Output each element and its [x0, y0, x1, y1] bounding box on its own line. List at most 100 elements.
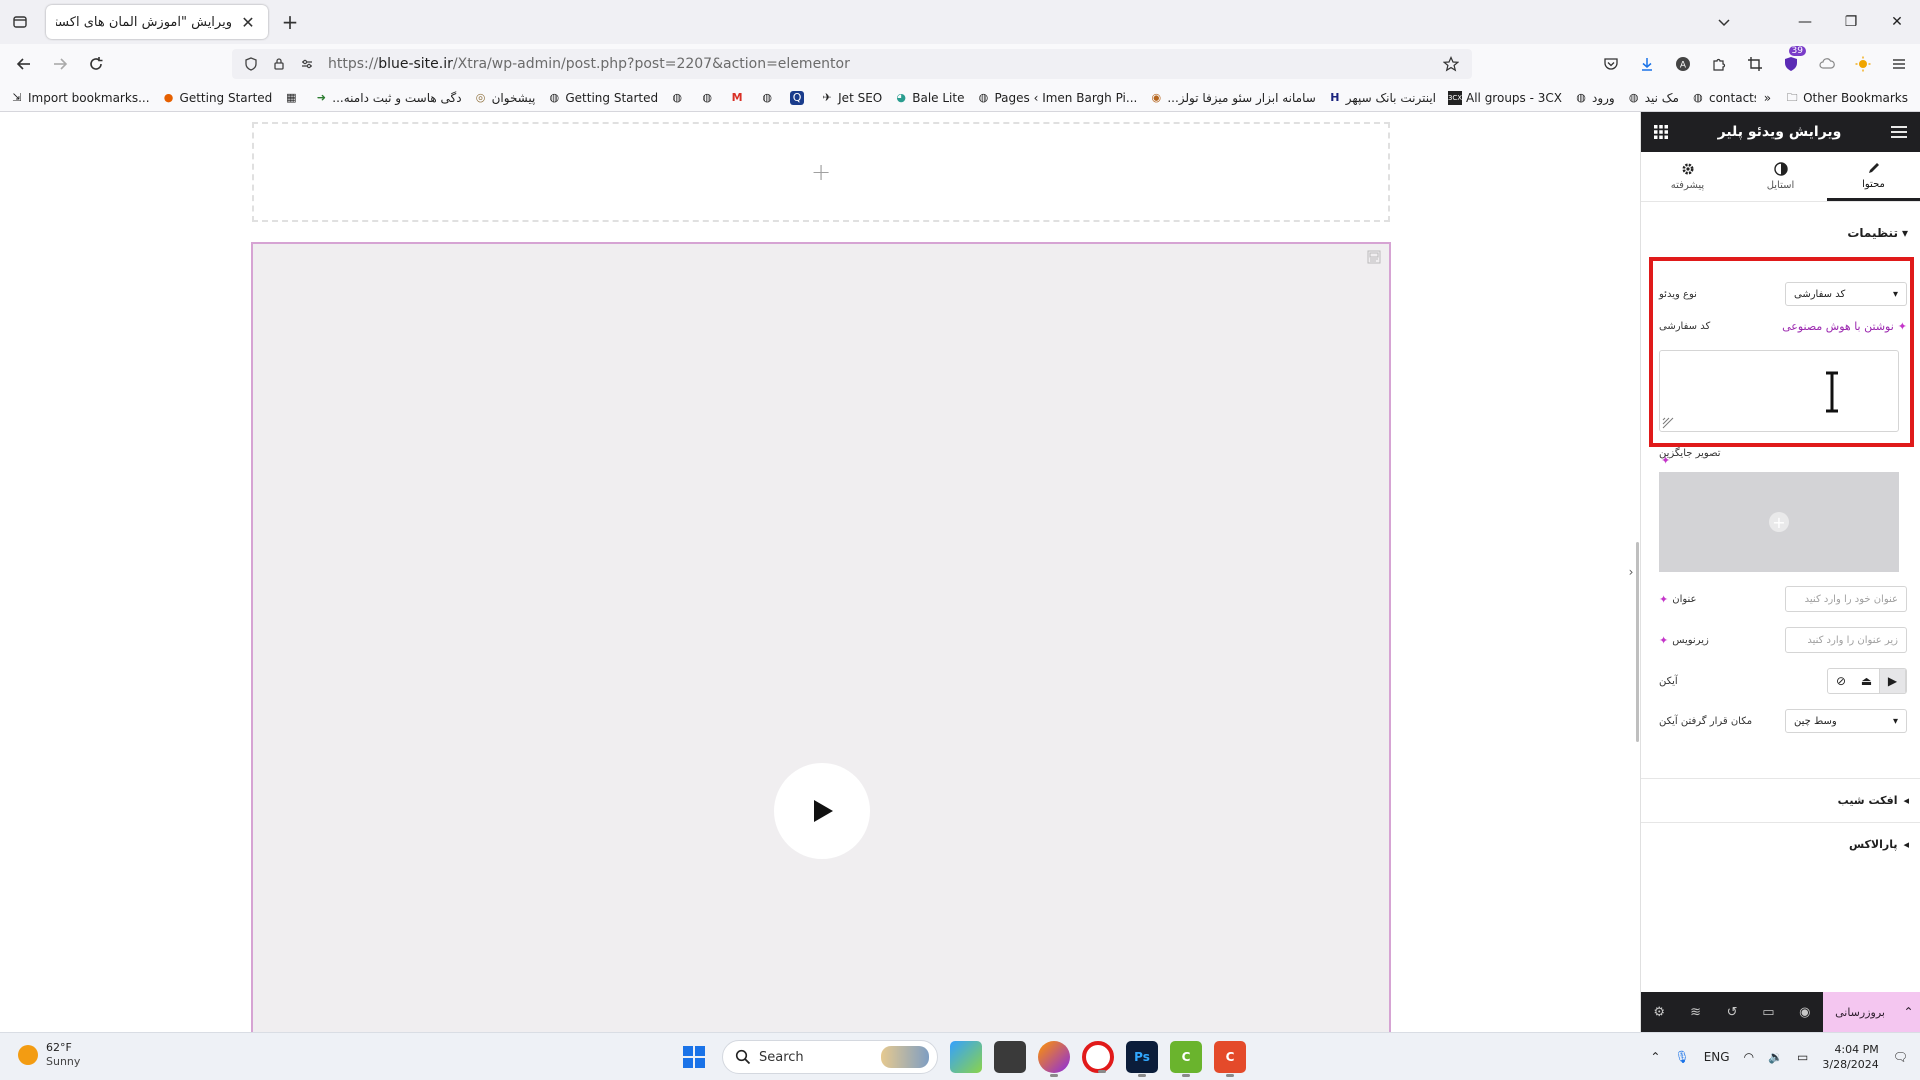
bookmark-item[interactable]: ◍ مک نید [1627, 91, 1679, 105]
ai-image-sparkle-icon[interactable]: ✦ [1661, 454, 1670, 467]
add-section-plus-icon[interactable]: + [811, 158, 831, 186]
crop-icon[interactable] [1740, 50, 1770, 78]
bookmark-item[interactable]: ◎ پیشخوان [474, 91, 536, 105]
restore-icon[interactable]: ❐ [1828, 0, 1874, 44]
placeholder-image-picker[interactable]: + [1659, 472, 1899, 572]
icon-position-select[interactable]: ▾ وسط چین [1785, 709, 1907, 733]
bookmark-item[interactable]: ▦ [284, 91, 302, 105]
wifi-icon[interactable]: ◠ [1744, 1050, 1754, 1064]
camtasia-green-app-icon[interactable]: C [1170, 1041, 1202, 1077]
weather-widget[interactable]: 62°F Sunny [18, 1041, 80, 1069]
bookmark-item[interactable]: ◍ ورود [1574, 91, 1615, 105]
none-choice-icon[interactable]: ⊘ [1828, 669, 1854, 693]
responsive-mode-icon[interactable]: ▭ [1750, 992, 1786, 1032]
bookmark-item[interactable]: ◍ Getting Started [547, 91, 659, 105]
add-section-area[interactable]: + [252, 122, 1390, 222]
tab-close-icon[interactable]: ✕ [238, 12, 258, 32]
file-explorer-icon[interactable] [994, 1041, 1026, 1073]
copilot-app-icon[interactable] [950, 1041, 982, 1073]
camtasia-red-app-icon[interactable]: C [1214, 1041, 1246, 1077]
tab-content[interactable]: محتوا [1827, 152, 1920, 201]
close-window-icon[interactable]: ✕ [1874, 0, 1920, 44]
bookmark-star-icon[interactable] [1440, 53, 1462, 75]
bookmark-item[interactable]: ◉ ...سامانه ابزار سئو میزفا تولز [1149, 91, 1316, 105]
play-button[interactable] [774, 763, 870, 859]
taskbar-search[interactable]: Search [722, 1040, 938, 1074]
subtitle-input[interactable]: زیر عنوان را وارد کنید [1785, 627, 1907, 653]
upload-choice-icon[interactable]: ⏏ [1854, 669, 1880, 693]
bookmark-item[interactable]: ◍ Pages ‹ Imen Bargh Pi... [976, 91, 1138, 105]
calendar-icon: ▦ [286, 91, 297, 104]
bookmark-item[interactable]: Q [790, 90, 808, 105]
chevron-up-icon[interactable]: ⌃ [1897, 992, 1920, 1032]
title-input[interactable]: عنوان خود را وارد کنید [1785, 586, 1907, 612]
back-icon[interactable] [12, 52, 36, 76]
firefox-app-icon[interactable] [1038, 1041, 1070, 1077]
clock[interactable]: 4:04 PM 3/28/2024 [1822, 1042, 1878, 1072]
preview-eye-icon[interactable]: ◉ [1787, 992, 1823, 1032]
url-bar[interactable]: https://blue-site.ir/Xtra/wp-admin/post.… [232, 49, 1472, 79]
other-bookmarks[interactable]: 🗀 Other Bookmarks [1785, 91, 1908, 106]
sun-extension-icon[interactable] [1848, 50, 1878, 78]
list-all-tabs-icon[interactable] [1712, 10, 1736, 34]
settings-section-header[interactable]: ▾ تنظیمات [1641, 202, 1920, 240]
bookmarks-overflow-icon[interactable]: » [1764, 91, 1771, 105]
account-icon[interactable]: A [1668, 50, 1698, 78]
shield-icon[interactable] [240, 53, 262, 75]
active-tab[interactable]: ویرایش "آموزش المان های اکسترا – ... ✕ [46, 5, 268, 39]
bookmark-item[interactable]: ◍ [670, 91, 688, 105]
settings-gear-icon[interactable]: ⚙ [1641, 992, 1677, 1032]
tab-style[interactable]: استایل [1734, 152, 1827, 201]
photoshop-app-icon[interactable]: Ps [1126, 1041, 1158, 1077]
tilt-effect-section[interactable]: ◂ افکت شیب [1641, 778, 1920, 822]
pocket-icon[interactable] [1596, 50, 1626, 78]
menu-hamburger-icon[interactable] [1884, 50, 1914, 78]
vpn-shield-icon[interactable]: 39 [1776, 46, 1806, 78]
bookmark-item[interactable]: ◕ Bale Lite [894, 91, 964, 105]
bookmark-item[interactable]: ➜ ...دگی هاست و ثبت دامنه [314, 91, 462, 105]
widgets-grid-icon[interactable] [1653, 124, 1669, 140]
tray-overflow-chevron-icon[interactable]: ⌃ [1650, 1050, 1660, 1064]
update-button[interactable]: بروزرسانی ⌃ [1823, 992, 1920, 1032]
downloads-icon[interactable] [1632, 50, 1662, 78]
bookmark-item[interactable]: ✈ Jet SEO [820, 91, 883, 105]
bookmark-item[interactable]: ● Getting Started [162, 91, 273, 105]
windows-start-icon[interactable] [682, 1045, 706, 1069]
bookmark-item[interactable]: ⇲ Import bookmarks... [10, 91, 149, 105]
bookmark-item[interactable]: ◍ [760, 91, 778, 105]
reload-icon[interactable] [84, 52, 108, 76]
battery-icon[interactable]: ▭ [1797, 1050, 1808, 1064]
bookmark-item[interactable]: M [730, 91, 748, 105]
bookmark-item[interactable]: H اینترنت بانک سپهر [1328, 91, 1436, 105]
extensions-puzzle-icon[interactable] [1704, 50, 1734, 78]
microphone-icon[interactable]: 🎙 [1674, 1050, 1689, 1064]
play-choice-icon[interactable]: ▶ [1880, 669, 1906, 693]
tab-list-icon[interactable] [8, 10, 32, 34]
forward-icon[interactable] [48, 52, 72, 76]
bookmark-item[interactable]: 3CX All groups - 3CX [1448, 90, 1562, 105]
minimize-icon[interactable]: — [1782, 0, 1828, 44]
opera-app-icon[interactable] [1082, 1041, 1114, 1073]
notification-icon[interactable]: 🗨 [1893, 1050, 1908, 1064]
video-player-widget[interactable] [251, 242, 1391, 1032]
cloud-icon[interactable] [1812, 50, 1842, 78]
canvas-scrollbar[interactable] [1636, 542, 1639, 742]
bookmark-item[interactable]: ◍ contacts [1691, 91, 1760, 105]
icon-position-label: مکان قرار گرفتن آیکن [1659, 715, 1753, 727]
history-icon[interactable]: ↺ [1714, 992, 1750, 1032]
language-indicator[interactable]: ENG [1704, 1050, 1730, 1064]
add-image-plus-icon[interactable]: + [1769, 512, 1789, 532]
pinned-apps: Ps C C [950, 1041, 1246, 1077]
url-text[interactable]: https://blue-site.ir/Xtra/wp-admin/post.… [328, 56, 850, 72]
site-permissions-icon[interactable] [296, 53, 318, 75]
caret-left-icon: ◂ [1903, 794, 1909, 807]
panel-menu-icon[interactable] [1890, 124, 1908, 140]
widget-settings-icon[interactable] [1367, 250, 1381, 264]
volume-icon[interactable]: 🔉 [1768, 1050, 1783, 1064]
new-tab-icon[interactable]: + [278, 10, 302, 34]
navigator-layers-icon[interactable]: ≋ [1677, 992, 1713, 1032]
parallax-section[interactable]: ◂ پارالاکس [1641, 822, 1920, 866]
bookmark-item[interactable]: ◍ [700, 91, 718, 105]
tab-advanced[interactable]: پیشرفته [1641, 152, 1734, 201]
lock-icon[interactable] [268, 53, 290, 75]
